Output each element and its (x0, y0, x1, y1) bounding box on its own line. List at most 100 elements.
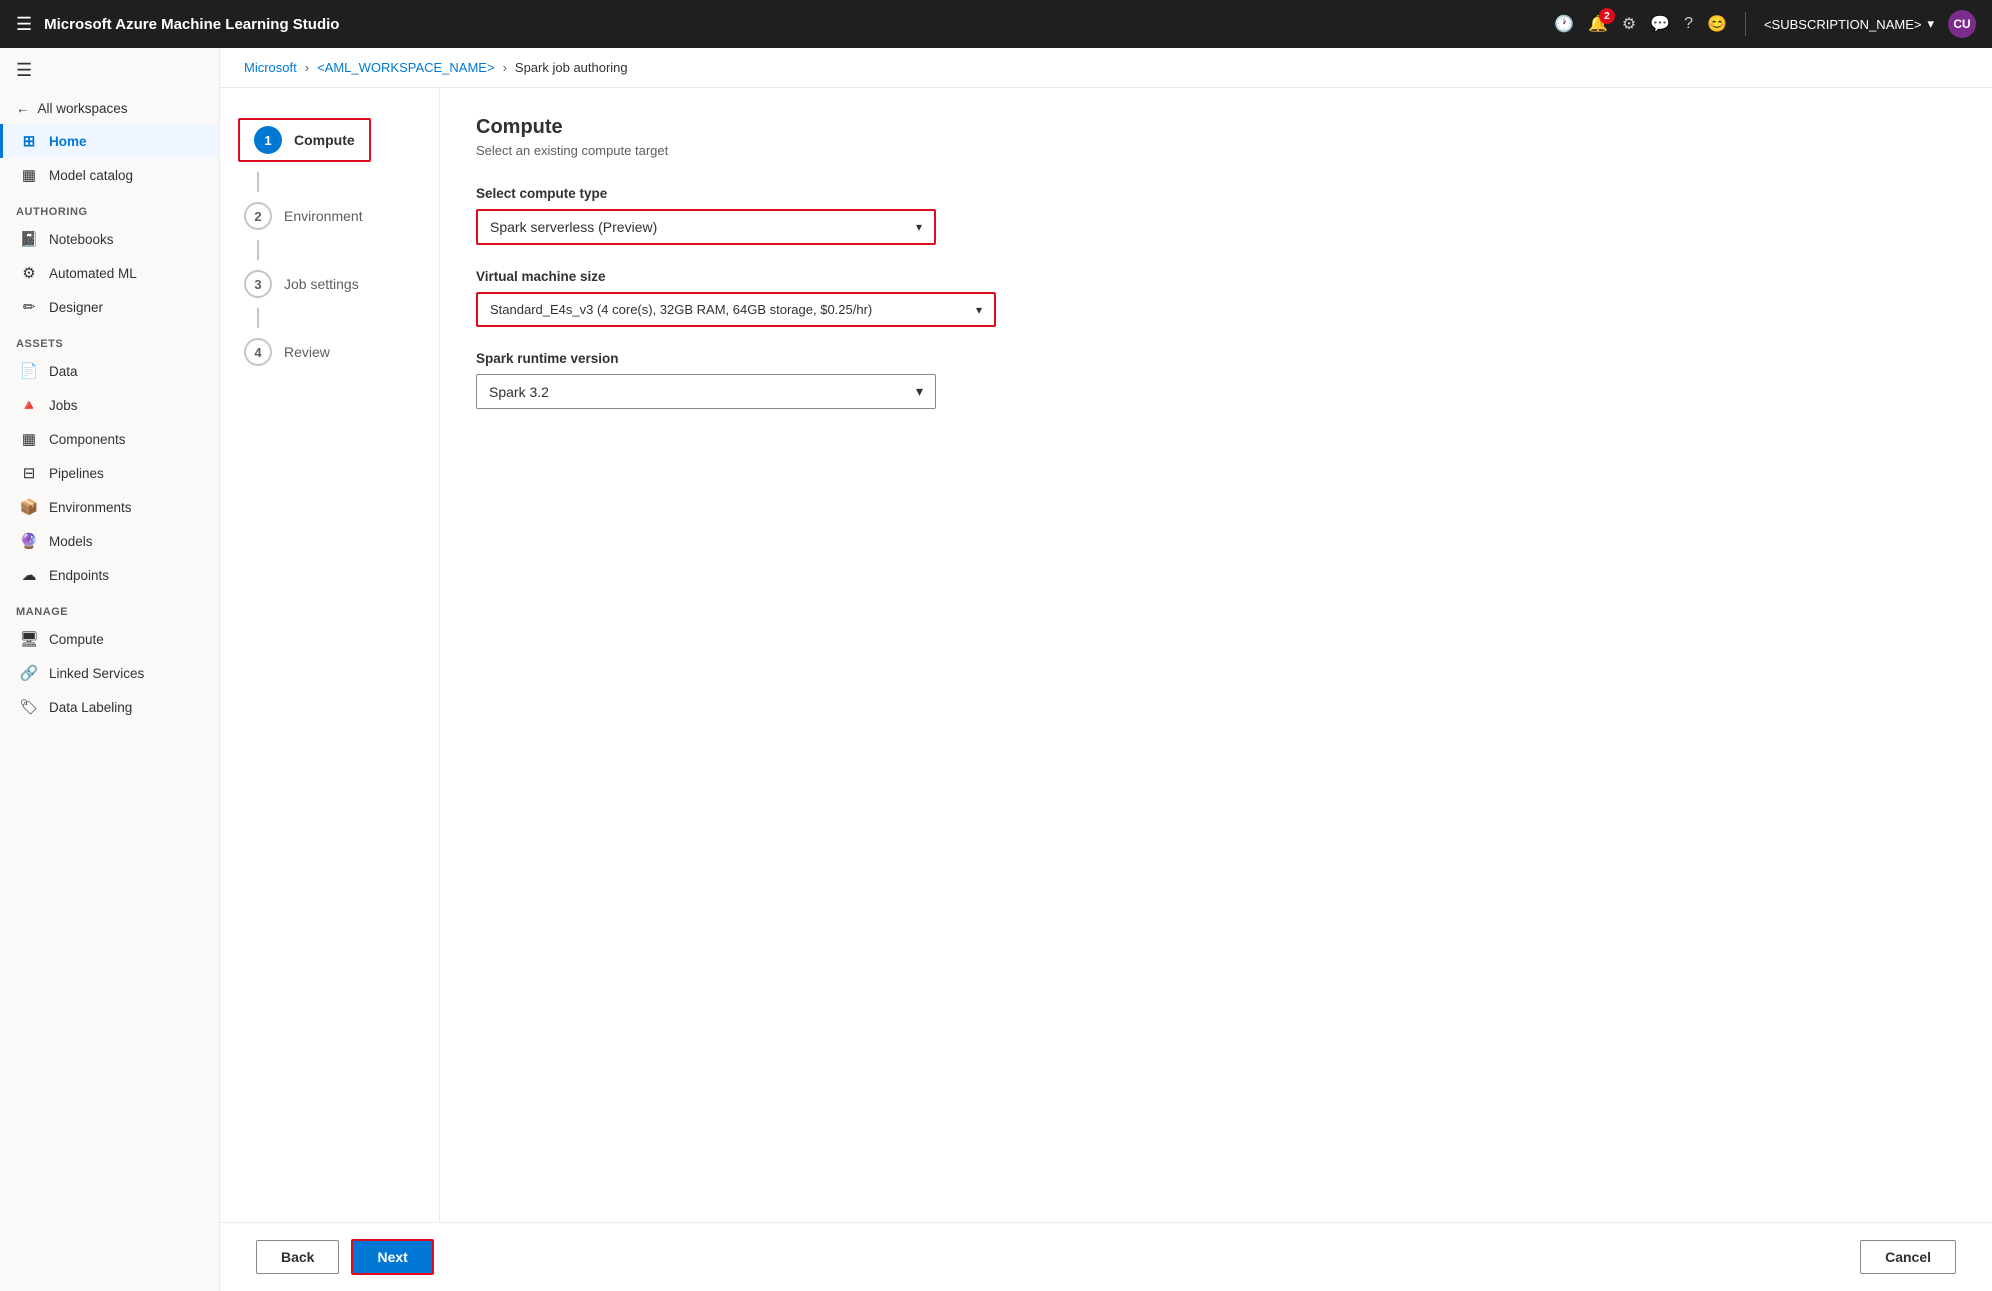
top-navigation: ☰ Microsoft Azure Machine Learning Studi… (0, 0, 1992, 48)
vm-size-label: Virtual machine size (476, 269, 1956, 284)
pipelines-icon: ⊟ (19, 464, 39, 482)
back-arrow-icon: ← (16, 101, 30, 116)
sidebar-item-environments[interactable]: 📦 Environments (0, 490, 219, 524)
step-4-circle: 4 (244, 338, 272, 366)
vm-size-select[interactable]: Standard_E4s_v3 (4 core(s), 32GB RAM, 64… (476, 292, 996, 327)
home-icon: ⊞ (19, 132, 39, 150)
breadcrumb-microsoft[interactable]: Microsoft (244, 60, 297, 75)
step-connector-3-4 (257, 308, 259, 328)
spark-version-value: Spark 3.2 (489, 384, 549, 400)
main-area: Microsoft › <AML_WORKSPACE_NAME> › Spark… (220, 48, 1992, 1291)
step-3-job-settings[interactable]: 3 Job settings (220, 260, 439, 308)
data-labeling-label: Data Labeling (49, 700, 132, 715)
sidebar-item-compute[interactable]: 🖥 Compute (0, 622, 219, 656)
subscription-chevron: ▾ (1927, 16, 1934, 32)
step-4-review[interactable]: 4 Review (220, 328, 439, 376)
sidebar-item-model-catalog[interactable]: ▦ Model catalog (0, 158, 219, 192)
user-avatar[interactable]: CU (1948, 10, 1976, 38)
back-label: All workspaces (38, 101, 128, 116)
sidebar-item-components[interactable]: ▦ Components (0, 422, 219, 456)
step-2-label: Environment (284, 208, 363, 224)
models-icon: 🔮 (19, 532, 39, 550)
manage-section-label: Manage (0, 592, 219, 622)
sidebar-item-automated-ml[interactable]: ⚙ Automated ML (0, 256, 219, 290)
sidebar-item-models[interactable]: 🔮 Models (0, 524, 219, 558)
settings-icon[interactable]: ⚙ (1622, 14, 1636, 34)
breadcrumb-sep-1: › (305, 60, 309, 75)
pipelines-label: Pipelines (49, 466, 104, 481)
endpoints-icon: ☁ (19, 566, 39, 584)
compute-type-chevron-icon: ▾ (916, 220, 922, 234)
bottom-actions-bar: Back Next Cancel (220, 1222, 1992, 1291)
spark-version-section: Spark runtime version Spark 3.2 ▾ (476, 351, 1956, 409)
model-catalog-label: Model catalog (49, 168, 133, 183)
components-icon: ▦ (19, 430, 39, 448)
user-icon[interactable]: 😊 (1707, 14, 1727, 34)
page-subtitle: Select an existing compute target (476, 143, 1956, 158)
sidebar-item-data-labeling[interactable]: 🏷 Data Labeling (0, 690, 219, 724)
top-nav-left: ☰ Microsoft Azure Machine Learning Studi… (16, 14, 339, 35)
designer-icon: ✏ (19, 298, 39, 316)
compute-type-select[interactable]: Spark serverless (Preview) ▾ (476, 209, 936, 245)
endpoints-label: Endpoints (49, 568, 109, 583)
help-icon[interactable]: ? (1684, 15, 1693, 33)
app-body: ☰ ← All workspaces ⊞ Home ▦ Model catalo… (0, 48, 1992, 1291)
cancel-button[interactable]: Cancel (1860, 1240, 1956, 1274)
home-label: Home (49, 134, 87, 149)
sidebar-item-pipelines[interactable]: ⊟ Pipelines (0, 456, 219, 490)
automated-ml-label: Automated ML (49, 266, 137, 281)
data-icon: 📄 (19, 362, 39, 380)
step-2-environment[interactable]: 2 Environment (220, 192, 439, 240)
nav-separator (1745, 12, 1746, 36)
vm-size-chevron-icon: ▾ (976, 303, 982, 317)
step-connector-2-3 (257, 240, 259, 260)
compute-icon: 🖥 (19, 630, 39, 648)
history-icon[interactable]: 🕐 (1554, 14, 1574, 34)
spark-version-select[interactable]: Spark 3.2 ▾ (476, 374, 936, 409)
environments-icon: 📦 (19, 498, 39, 516)
components-label: Components (49, 432, 126, 447)
breadcrumb-page: Spark job authoring (515, 60, 628, 75)
hamburger-icon[interactable]: ☰ (16, 14, 32, 35)
sidebar-item-data[interactable]: 📄 Data (0, 354, 219, 388)
spark-version-chevron-icon: ▾ (916, 383, 923, 400)
automated-ml-icon: ⚙ (19, 264, 39, 282)
compute-label: Compute (49, 632, 104, 647)
designer-label: Designer (49, 300, 103, 315)
sidebar-hamburger-icon[interactable]: ☰ (0, 48, 219, 93)
back-to-workspaces[interactable]: ← All workspaces (0, 93, 219, 124)
subscription-selector[interactable]: <SUBSCRIPTION_NAME> ▾ (1764, 16, 1934, 32)
sidebar-item-jobs[interactable]: 🔺 Jobs (0, 388, 219, 422)
next-button[interactable]: Next (351, 1239, 433, 1275)
vm-size-value: Standard_E4s_v3 (4 core(s), 32GB RAM, 64… (490, 302, 872, 317)
wizard-steps-panel: 1 Compute 2 Environment 3 Job settings 4 (220, 88, 440, 1291)
page-title: Compute (476, 116, 1956, 139)
feedback-icon[interactable]: 💬 (1650, 14, 1670, 34)
sidebar-item-linked-services[interactable]: 🔗 Linked Services (0, 656, 219, 690)
compute-type-section: Select compute type Spark serverless (Pr… (476, 186, 1956, 245)
authoring-section-label: Authoring (0, 192, 219, 222)
breadcrumb-workspace[interactable]: <AML_WORKSPACE_NAME> (317, 60, 494, 75)
jobs-label: Jobs (49, 398, 78, 413)
content-panel: Compute Select an existing compute targe… (440, 88, 1992, 1291)
breadcrumb: Microsoft › <AML_WORKSPACE_NAME> › Spark… (220, 48, 1992, 88)
models-label: Models (49, 534, 93, 549)
back-button[interactable]: Back (256, 1240, 339, 1274)
sidebar-item-home[interactable]: ⊞ Home (0, 124, 219, 158)
breadcrumb-sep-2: › (503, 60, 507, 75)
sidebar-item-notebooks[interactable]: 📓 Notebooks (0, 222, 219, 256)
notebooks-icon: 📓 (19, 230, 39, 248)
step-1-compute[interactable]: 1 Compute (238, 118, 371, 162)
data-label: Data (49, 364, 78, 379)
step-3-circle: 3 (244, 270, 272, 298)
sidebar-item-designer[interactable]: ✏ Designer (0, 290, 219, 324)
compute-type-label: Select compute type (476, 186, 1956, 201)
sidebar-item-endpoints[interactable]: ☁ Endpoints (0, 558, 219, 592)
model-catalog-icon: ▦ (19, 166, 39, 184)
compute-type-value: Spark serverless (Preview) (490, 219, 657, 235)
vm-size-section: Virtual machine size Standard_E4s_v3 (4 … (476, 269, 1956, 327)
notifications-icon[interactable]: 🔔 2 (1588, 14, 1608, 34)
assets-section-label: Assets (0, 324, 219, 354)
step-3-label: Job settings (284, 276, 359, 292)
environments-label: Environments (49, 500, 132, 515)
